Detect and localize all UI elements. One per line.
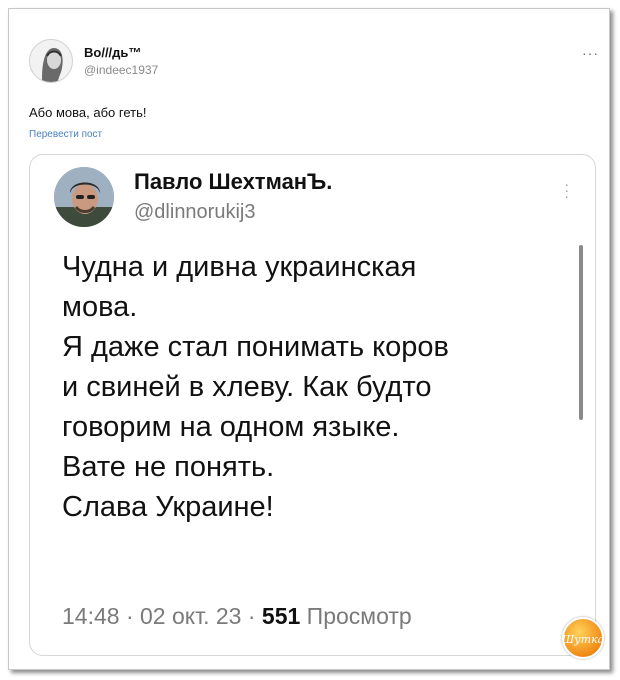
- quoted-post-text: Чудна и дивна украинская мова. Я даже ст…: [62, 251, 449, 523]
- scrollbar[interactable]: [579, 245, 583, 420]
- outer-post-text: Або мова, або геть!: [29, 105, 147, 120]
- quoted-author-name[interactable]: Павло ШехтманЪ.: [134, 169, 332, 195]
- post-time[interactable]: 14:48: [62, 603, 120, 629]
- post-meta: 14:48 · 02 окт. 23 · 551 Просмотр: [62, 603, 412, 630]
- post-date[interactable]: 02 окт. 23: [140, 603, 241, 629]
- outer-author-name[interactable]: Во///дь™: [84, 45, 141, 60]
- meta-separator: ·: [125, 603, 134, 629]
- more-horizontal-icon[interactable]: ···: [582, 45, 599, 61]
- translate-post-link[interactable]: Перевести пост: [29, 129, 102, 140]
- quoted-author-handle[interactable]: @dlinnorukij3: [134, 201, 255, 224]
- more-vertical-icon[interactable]: · · ·: [564, 177, 569, 203]
- site-logo-icon: Шутка: [561, 633, 605, 646]
- user-photo-icon: [54, 167, 114, 227]
- avatar[interactable]: [29, 39, 73, 83]
- portrait-sketch-icon: [30, 40, 72, 82]
- screenshot-frame: Во///дь™ @indeec1937 ··· Або мова, або г…: [8, 8, 610, 670]
- outer-author-handle[interactable]: @indeec1937: [84, 63, 158, 77]
- site-logo-icon: Шутка: [561, 617, 605, 659]
- views-label: Просмотр: [306, 603, 412, 629]
- svg-text:Шутка: Шутка: [564, 633, 602, 646]
- avatar[interactable]: [54, 167, 114, 227]
- meta-separator: ·: [247, 603, 256, 629]
- views-count: 551: [261, 603, 301, 629]
- quoted-post-card[interactable]: Павло ШехтманЪ. @dlinnorukij3 · · · Чудна …: [29, 154, 596, 656]
- outer-post-header: Во///дь™ @indeec1937 ···: [29, 39, 599, 89]
